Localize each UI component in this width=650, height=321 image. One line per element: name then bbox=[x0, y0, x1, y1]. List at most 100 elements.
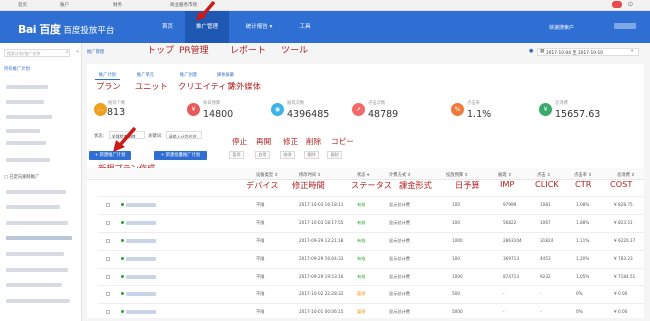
percent-icon: % bbox=[451, 103, 464, 116]
plan-name-link[interactable] bbox=[126, 274, 156, 279]
column-header-modified-time[interactable]: 修改时间 ⇕ bbox=[299, 172, 321, 178]
plan-name-link[interactable] bbox=[126, 238, 156, 243]
arrow-pointer-new-plan bbox=[113, 126, 137, 152]
annotation-report: レポート bbox=[230, 46, 267, 56]
row-checkbox[interactable] bbox=[106, 291, 110, 296]
cell-budget[interactable]: 500 bbox=[452, 291, 460, 296]
column-header-status[interactable]: 状态 ▾ bbox=[357, 172, 369, 178]
nav-statistics-report[interactable]: 统计报告 ▾ bbox=[234, 11, 284, 43]
column-header-impressions[interactable]: 展现 ⇕ bbox=[498, 172, 512, 178]
cell-ctr: 1.88% bbox=[576, 220, 590, 225]
pause-button[interactable]: 暂停 bbox=[229, 151, 244, 159]
cell-budget[interactable]: 100 bbox=[452, 220, 460, 225]
tab-media-exclusion[interactable]: 媒体屏蔽 bbox=[213, 71, 238, 80]
row-checkbox[interactable] bbox=[106, 274, 110, 279]
cell-budget[interactable]: 1000 bbox=[452, 274, 463, 279]
cell-budget[interactable]: 100 bbox=[452, 256, 460, 261]
cell-billing: 显示总计费 bbox=[389, 274, 410, 279]
stat-impressions-label: 展现次数 bbox=[287, 101, 305, 106]
column-header-budget[interactable]: 投放预算 ⇕ bbox=[446, 172, 468, 178]
cell-ctr: 1.20% bbox=[576, 256, 590, 261]
cell-status: 有效 bbox=[357, 256, 366, 261]
sidebar-search-input[interactable]: 搜索计划/推广名称 bbox=[4, 49, 70, 57]
column-header-device[interactable]: 设备类型 ⇕ bbox=[256, 172, 278, 178]
sidebar-all-plans[interactable]: 所有推广计划 bbox=[4, 66, 30, 72]
row-divider bbox=[98, 250, 644, 251]
stat-total-cost-label: 总消费 bbox=[555, 101, 568, 106]
help-icon[interactable]: ● bbox=[529, 48, 533, 54]
row-divider bbox=[98, 232, 644, 233]
notification-badge[interactable] bbox=[612, 1, 622, 8]
search-icon[interactable]: ⌕ bbox=[66, 49, 69, 55]
plan-name-link[interactable] bbox=[126, 220, 156, 225]
topbar-finance-link[interactable]: 财务 bbox=[113, 2, 122, 8]
edit-button[interactable]: 修改 bbox=[280, 151, 295, 159]
sidebar-plan-item[interactable] bbox=[6, 221, 68, 225]
cell-device: 不限 bbox=[256, 220, 265, 225]
annotation-click: CLICK bbox=[535, 179, 559, 189]
row-checkbox[interactable] bbox=[106, 220, 110, 225]
column-header-billing[interactable]: 计费方式 ⇕ bbox=[389, 172, 411, 178]
row-checkbox[interactable] bbox=[106, 256, 110, 261]
row-checkbox[interactable] bbox=[106, 238, 110, 243]
stat-impressions-value: 4396485 bbox=[287, 109, 330, 120]
annotation-pr-management: PR管理 bbox=[179, 46, 209, 56]
sidebar-plan-item[interactable] bbox=[6, 252, 64, 256]
annotation-unit: ユニット bbox=[135, 81, 168, 91]
sidebar-plan-item[interactable] bbox=[6, 115, 52, 119]
plan-name-link[interactable] bbox=[126, 202, 156, 207]
tab-plan[interactable]: 推广计划 bbox=[95, 71, 120, 80]
collapse-sidebar-icon[interactable]: « bbox=[76, 49, 79, 55]
annotation-modified-time: 修正時間 bbox=[292, 180, 325, 190]
sidebar-plan-item[interactable] bbox=[6, 141, 46, 145]
nav-tools[interactable]: 工具 bbox=[290, 11, 320, 43]
tab-creative[interactable]: 推广创意 bbox=[176, 71, 201, 80]
cell-cost: ¥ 823.51 bbox=[614, 220, 633, 225]
delete-button[interactable]: 删除 bbox=[304, 151, 319, 159]
column-header-cost[interactable]: 总消费 ⇕ bbox=[617, 172, 635, 178]
sidebar-plan-item[interactable] bbox=[6, 129, 40, 133]
annotation-imp: IMP bbox=[500, 179, 515, 189]
column-header-clicks[interactable]: 点击 ⇕ bbox=[537, 172, 551, 178]
cell-billing: 显示总计费 bbox=[389, 238, 410, 243]
copy-button[interactable]: 复制 bbox=[327, 151, 342, 159]
cell-budget[interactable]: 5000 bbox=[452, 309, 463, 314]
sidebar-deleted-folder[interactable]: ▢ 已定向删除推广 bbox=[4, 174, 40, 180]
new-batch-plan-button[interactable]: + 新建批量推广计划 bbox=[154, 151, 207, 160]
cell-cost: ¥ 0.00 bbox=[614, 291, 628, 296]
row-checkbox[interactable] bbox=[106, 309, 110, 314]
sidebar-plan-item[interactable] bbox=[6, 190, 66, 194]
yen-icon: ¥ bbox=[187, 103, 200, 116]
topbar-home-link[interactable]: 首页 bbox=[18, 2, 27, 8]
cell-billing: 显示总计费 bbox=[389, 291, 410, 296]
cell-budget[interactable]: 1000 bbox=[452, 238, 463, 243]
sidebar-plan-item[interactable] bbox=[6, 283, 62, 287]
cell-budget[interactable]: 100 bbox=[452, 202, 460, 207]
plan-name-link[interactable] bbox=[126, 256, 156, 261]
topbar-account-link[interactable]: 账户 bbox=[60, 2, 69, 8]
cell-imp: 97999 bbox=[503, 202, 517, 207]
stat-count-icon: … bbox=[94, 103, 107, 116]
plan-name-link[interactable] bbox=[126, 291, 156, 296]
sidebar-plan-item[interactable] bbox=[6, 85, 48, 89]
resume-button[interactable]: 启用 bbox=[255, 151, 270, 159]
user-account-label[interactable]: 快速搜索户 bbox=[549, 24, 574, 31]
cell-ctr: 1.11% bbox=[576, 238, 590, 243]
row-checkbox[interactable] bbox=[106, 202, 110, 207]
tab-unit[interactable]: 推广单元 bbox=[133, 71, 158, 80]
stat-clicks-label: 点击次数 bbox=[368, 101, 386, 106]
user-avatar[interactable] bbox=[614, 23, 636, 29]
sidebar-plan-item[interactable] bbox=[6, 205, 60, 209]
power-icon[interactable]: ⏻ bbox=[628, 1, 633, 9]
column-header-ctr[interactable]: 点击率 ⇕ bbox=[574, 172, 592, 178]
status-dot-icon bbox=[121, 310, 124, 313]
keyword-filter-input[interactable]: 请输入计划名称 bbox=[166, 131, 202, 139]
sidebar-plan-item[interactable] bbox=[6, 158, 50, 162]
sidebar-plan-item[interactable] bbox=[6, 268, 68, 272]
nav-home[interactable]: 首页 bbox=[150, 11, 185, 43]
sidebar-plan-item[interactable] bbox=[6, 299, 70, 303]
stat-daily-budget-label: 每日预算 bbox=[203, 101, 221, 106]
plan-name-link[interactable] bbox=[126, 309, 156, 314]
sidebar-plan-item[interactable] bbox=[6, 236, 72, 240]
sidebar-plan-item[interactable] bbox=[6, 100, 44, 104]
